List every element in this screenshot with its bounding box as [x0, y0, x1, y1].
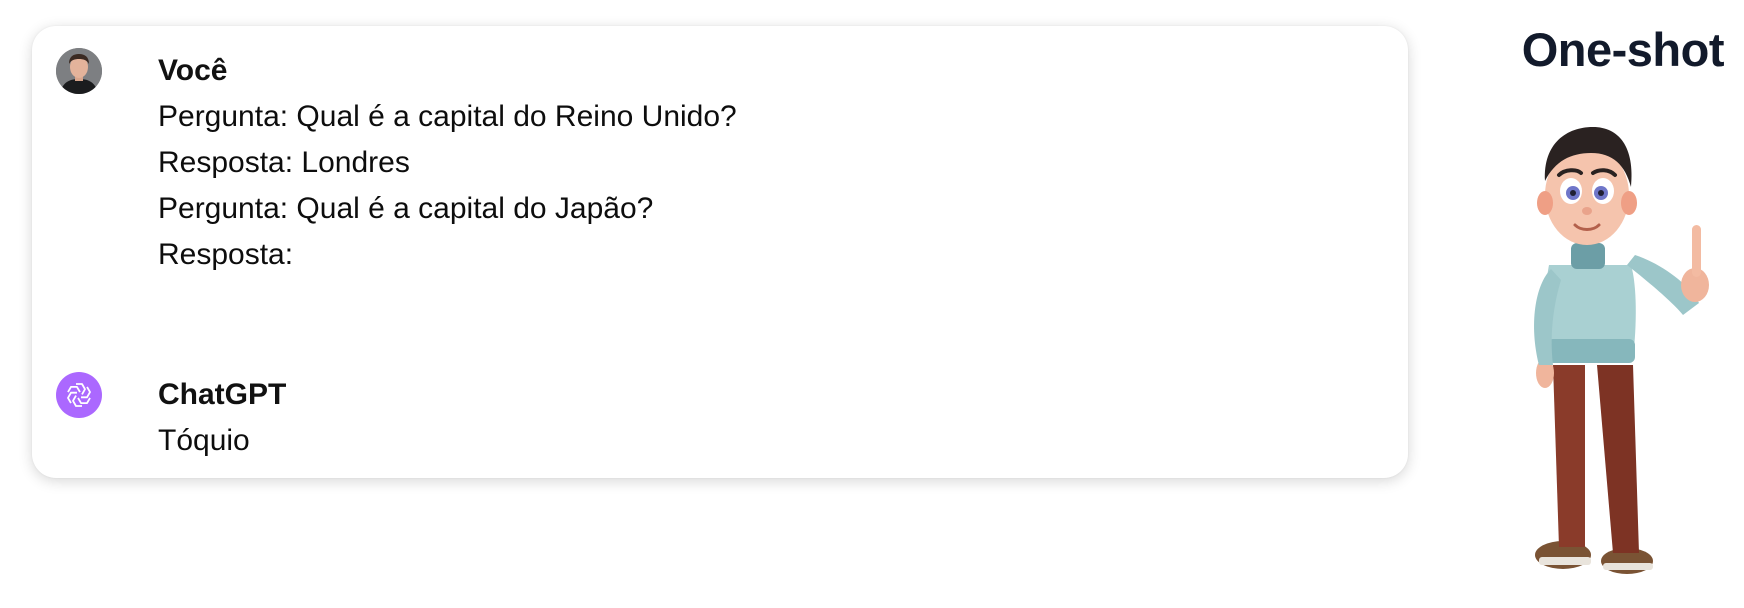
user-author-name: Você — [158, 54, 228, 87]
page: Você Pergunta: Qual é a capital do Reino… — [0, 0, 1744, 608]
slide-title: One-shot — [1521, 23, 1725, 76]
user-message-line: Resposta: Londres — [158, 146, 410, 179]
user-message-body: Você Pergunta: Qual é a capital do Reino… — [158, 48, 1384, 278]
user-message-line: Resposta: — [158, 238, 294, 271]
assistant-reply-text: Tóquio — [158, 424, 250, 457]
assistant-author-name: ChatGPT — [158, 378, 287, 411]
openai-logo-icon — [67, 383, 91, 407]
user-photo-avatar-icon — [56, 48, 102, 94]
assistant-message-body: ChatGPT Tóquio — [158, 372, 1384, 464]
chat-card: Você Pergunta: Qual é a capital do Reino… — [32, 26, 1408, 478]
user-message-line: Pergunta: Qual é a capital do Japão? — [158, 192, 654, 225]
assistant-avatar — [56, 372, 102, 418]
user-avatar — [56, 48, 102, 94]
cartoon-man-pointing-up-icon — [1534, 127, 1709, 574]
user-message-line: Pergunta: Qual é a capital do Reino Unid… — [158, 100, 737, 133]
